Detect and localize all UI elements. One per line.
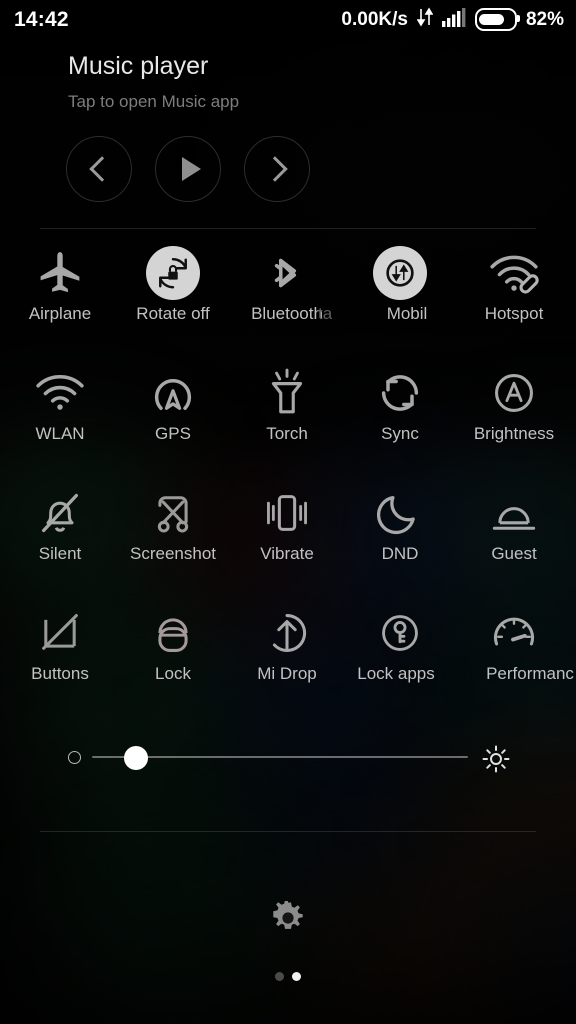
toggle-grid: Airplane Rotate off Bluetooth Mobil Hots… (0, 243, 576, 723)
toggle-hotspot[interactable]: Hotspot (457, 243, 571, 325)
toggle-row: Silent Screenshot Vibrate DND Guest (0, 483, 576, 603)
page-indicator (0, 972, 576, 981)
toggle-label: Performanc (486, 664, 574, 683)
toggle-torch[interactable]: Torch (230, 363, 344, 445)
torch-icon (230, 363, 344, 423)
toggle-row: Airplane Rotate off Bluetooth Mobil Hots… (0, 243, 576, 363)
key-circle-icon (343, 603, 457, 663)
toggle-label: Guest (491, 544, 537, 563)
gear-icon (271, 899, 305, 939)
toggle-performance[interactable]: Performanc (457, 603, 574, 685)
toggle-gps[interactable]: GPS (116, 363, 230, 445)
toggle-mi-drop[interactable]: Mi Drop (230, 603, 344, 685)
vibrate-icon (230, 483, 344, 543)
wallpaper-glow (30, 760, 280, 960)
toggle-lock-apps[interactable]: Lock apps (343, 603, 457, 685)
toggle-label: Hotspot (484, 304, 544, 323)
toggle-airplane[interactable]: Airplane (3, 243, 117, 325)
hotspot-icon (457, 243, 571, 303)
scissors-icon (116, 483, 230, 543)
toggle-label: Sync (381, 424, 419, 443)
brightness-track[interactable] (92, 756, 468, 758)
gauge-icon (457, 603, 571, 663)
toggle-label: WLAN (35, 424, 85, 443)
ghost-transition-label: ta (318, 304, 333, 323)
battery-percent-text: 82% (525, 8, 564, 30)
mobile-data-icon (373, 246, 427, 300)
toggle-label: Brightness (473, 424, 555, 443)
toggle-label: Airplane (28, 304, 92, 323)
toggle-sync[interactable]: Sync (343, 363, 457, 445)
wallpaper-glow (300, 860, 530, 1024)
toggle-brightness[interactable]: Brightness (457, 363, 571, 445)
page-dot-1[interactable] (275, 972, 284, 981)
toggle-label: Vibrate (260, 544, 314, 563)
sun-icon (481, 744, 511, 779)
guest-hat-icon (457, 483, 571, 543)
next-track-button[interactable] (244, 136, 310, 202)
toggle-label: Mobil (386, 304, 428, 323)
divider (40, 831, 536, 832)
toggle-wlan[interactable]: WLAN (3, 363, 117, 445)
airplane-icon (3, 243, 117, 303)
divider (40, 228, 536, 229)
page-dot-2[interactable] (292, 972, 301, 981)
toggle-buttons[interactable]: Buttons (3, 603, 117, 685)
buttons-icon (3, 603, 117, 663)
toggle-label: Rotate off (136, 304, 210, 323)
music-player-title: Music player (68, 52, 209, 80)
moon-icon (343, 483, 457, 543)
mi-drop-icon (230, 603, 344, 663)
wallpaper-glow (470, 850, 576, 1020)
toggle-label: Lock (155, 664, 191, 683)
toggle-row: Buttons Lock Mi Drop Lock apps Performan… (0, 603, 576, 723)
toggle-silent[interactable]: Silent (3, 483, 117, 565)
settings-button[interactable] (271, 899, 305, 940)
auto-brightness-icon (457, 363, 571, 423)
play-icon (181, 157, 201, 181)
toggle-label: DND (381, 544, 419, 563)
toggle-row: WLAN GPS Torch Sync Brightness (0, 363, 576, 483)
wallpaper-glow (60, 860, 310, 1024)
padlock-icon (116, 603, 230, 663)
toggle-label: Silent (38, 544, 82, 563)
next-track-icon (261, 156, 288, 182)
toggle-screenshot[interactable]: Screenshot (116, 483, 230, 565)
wifi-icon (3, 363, 117, 423)
toggle-guest[interactable]: Guest (457, 483, 571, 565)
bluetooth-icon (230, 243, 344, 303)
toggle-label: Lock apps (357, 664, 435, 683)
status-icons: 0.00K/s 82% (341, 7, 564, 32)
previous-track-icon (88, 156, 115, 182)
status-time: 14:42 (14, 8, 69, 31)
toggle-label: GPS (155, 424, 191, 443)
network-speed-text: 0.00K/s (341, 8, 408, 30)
gps-icon (116, 363, 230, 423)
toggle-mobile-data[interactable]: Mobil (343, 243, 457, 325)
brightness-thumb[interactable] (123, 746, 148, 770)
previous-track-button[interactable] (66, 136, 132, 202)
toggle-lock[interactable]: Lock (116, 603, 230, 685)
toggle-label: Buttons (31, 664, 89, 683)
toggle-dnd[interactable]: DND (343, 483, 457, 565)
toggle-label: Screenshot (130, 544, 216, 563)
signal-bars-icon (441, 7, 466, 32)
wallpaper-glow (430, 100, 576, 230)
music-player-subtitle: Tap to open Music app (68, 92, 240, 111)
brightness-slider[interactable] (0, 737, 576, 781)
toggle-label: Mi Drop (257, 664, 317, 683)
toggle-rotate-off[interactable]: Rotate off (116, 243, 230, 325)
status-bar: 14:42 0.00K/s 82% (0, 0, 576, 40)
data-transfer-icon (416, 7, 434, 32)
battery-icon (474, 8, 520, 31)
sync-icon (343, 363, 457, 423)
quick-settings-panel: 14:42 0.00K/s 82% Music player Tap to op… (0, 0, 576, 1024)
play-button[interactable] (155, 136, 221, 202)
toggle-vibrate[interactable]: Vibrate (230, 483, 344, 565)
rotation-lock-icon (146, 246, 200, 300)
bell-off-icon (3, 483, 117, 543)
toggle-label: Torch (266, 424, 308, 443)
brightness-min-icon (68, 751, 81, 764)
